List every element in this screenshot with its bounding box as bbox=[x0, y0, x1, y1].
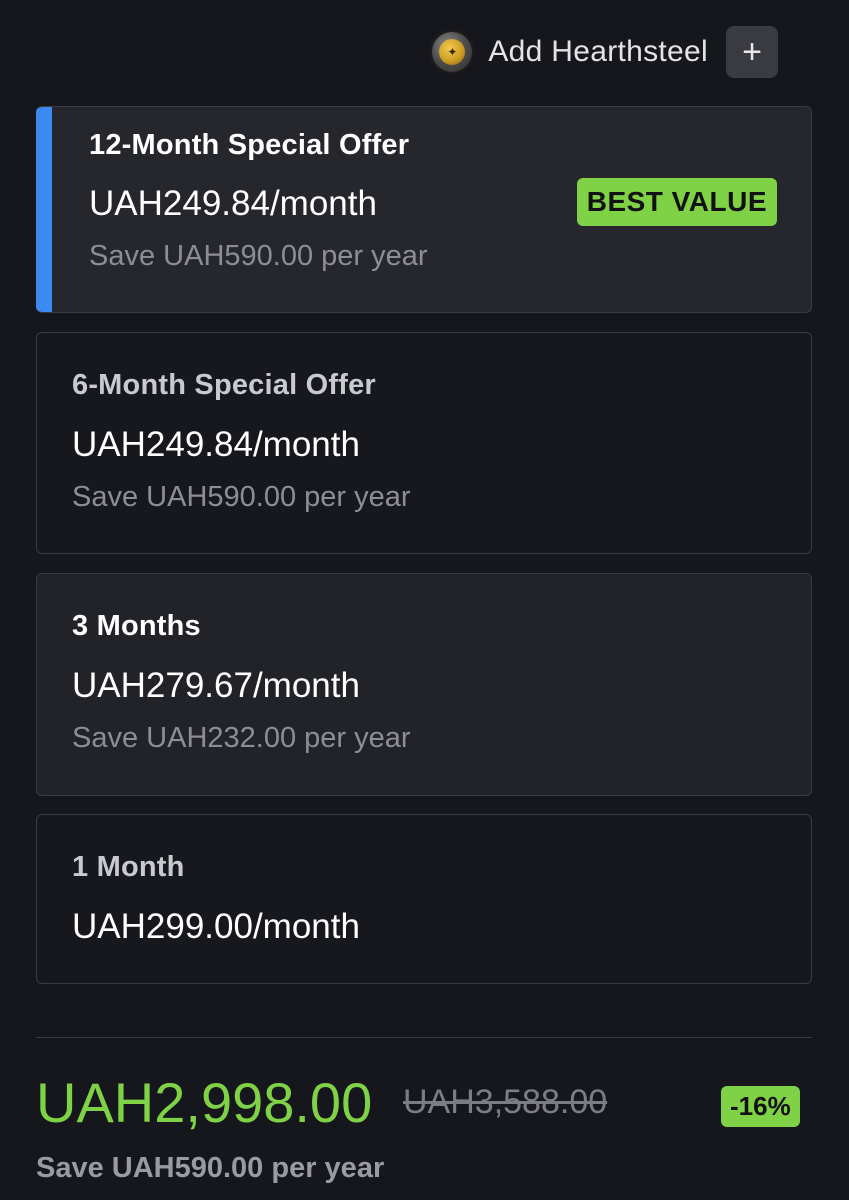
plan-card-3-month[interactable]: 3 Months UAH279.67/month Save UAH232.00 … bbox=[36, 573, 812, 796]
plan-price: UAH249.84/month bbox=[72, 425, 360, 464]
hearthsteel-coin-icon: ✦ bbox=[430, 30, 475, 74]
plan-price: UAH299.00/month bbox=[72, 907, 360, 946]
plan-title: 1 Month bbox=[72, 851, 185, 883]
plan-card-12-month[interactable]: 12-Month Special Offer UAH249.84/month S… bbox=[36, 106, 812, 313]
plan-title: 12-Month Special Offer bbox=[89, 129, 410, 161]
add-hearthsteel-bar: ✦ Add Hearthsteel + bbox=[430, 26, 778, 78]
plan-savings: Save UAH590.00 per year bbox=[72, 481, 411, 513]
original-price: UAH3,588.00 bbox=[403, 1083, 608, 1121]
plan-card-1-month[interactable]: 1 Month UAH299.00/month bbox=[36, 814, 812, 984]
best-value-badge: BEST VALUE bbox=[576, 178, 777, 226]
plan-savings: Save UAH232.00 per year bbox=[72, 722, 411, 754]
total-price: UAH2,998.00 bbox=[36, 1071, 373, 1134]
discount-badge: -16% bbox=[721, 1086, 800, 1127]
plan-title: 3 Months bbox=[72, 610, 201, 642]
add-hearthsteel-label[interactable]: Add Hearthsteel bbox=[488, 35, 708, 69]
plan-savings: Save UAH590.00 per year bbox=[89, 240, 428, 272]
selected-indicator bbox=[36, 107, 52, 312]
divider bbox=[36, 1037, 812, 1038]
plan-price: UAH279.67/month bbox=[72, 666, 360, 705]
total-savings: Save UAH590.00 per year bbox=[36, 1152, 385, 1184]
plan-price: UAH249.84/month bbox=[89, 184, 377, 223]
plan-card-6-month[interactable]: 6-Month Special Offer UAH249.84/month Sa… bbox=[36, 332, 812, 554]
add-hearthsteel-button[interactable]: + bbox=[726, 26, 778, 78]
plus-icon: + bbox=[742, 33, 762, 71]
plan-title: 6-Month Special Offer bbox=[72, 369, 376, 401]
